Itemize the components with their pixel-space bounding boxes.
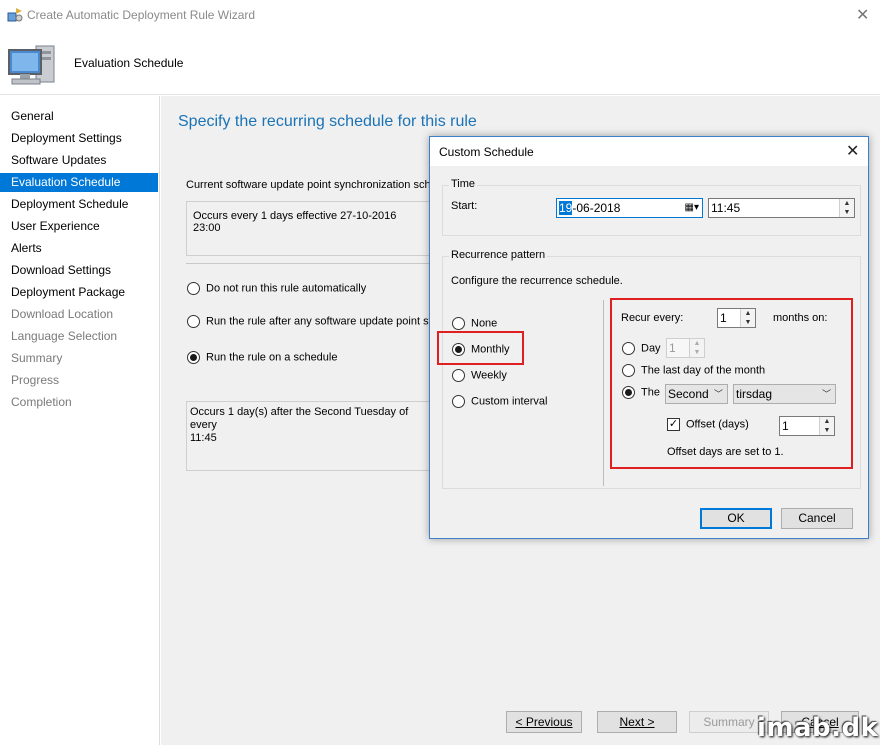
sidebar-item-progress: Progress xyxy=(11,373,60,387)
sidebar-item-user-experience[interactable]: User Experience xyxy=(0,217,158,236)
sidebar-item-summary: Summary xyxy=(11,351,63,365)
radio-icon[interactable] xyxy=(452,317,465,330)
wizard-sidebar: General Deployment Settings Software Upd… xyxy=(0,96,160,745)
sidebar-item-deployment-package[interactable]: Deployment Package xyxy=(0,283,158,302)
time-group-label: Time xyxy=(449,178,478,190)
sidebar-item-download-settings[interactable]: Download Settings xyxy=(0,261,158,280)
option-run-on-schedule[interactable]: Run the rule on a schedule xyxy=(187,351,337,364)
time-spinner-icon[interactable]: ▲ ▼ xyxy=(839,199,854,217)
previous-button[interactable]: < Previous xyxy=(506,711,582,733)
option-do-not-run[interactable]: Do not run this rule automatically xyxy=(187,282,366,295)
schedule-description-box: Occurs 1 day(s) after the Second Tuesday… xyxy=(186,401,431,471)
radio-icon[interactable] xyxy=(452,369,465,382)
custom-schedule-dialog: Custom Schedule ✕ Time Start: 19-06-2018… xyxy=(429,136,869,539)
window-close-icon[interactable]: ✕ xyxy=(856,5,869,25)
pattern-none[interactable]: None xyxy=(452,317,497,330)
radio-checked-icon[interactable] xyxy=(187,351,200,364)
calendar-dropdown-icon[interactable]: ▦▾ xyxy=(685,199,699,217)
option-run-after-sync[interactable]: Run the rule after any software update p… xyxy=(187,315,434,328)
monthly-options-highlight-box xyxy=(610,298,853,469)
wizard-header: Evaluation Schedule xyxy=(0,30,880,95)
option-label: Run the rule on a schedule xyxy=(206,351,338,364)
sidebar-item-evaluation-schedule[interactable]: Evaluation Schedule xyxy=(0,173,158,192)
dialog-cancel-button[interactable]: Cancel xyxy=(781,508,853,529)
pattern-custom-interval[interactable]: Custom interval xyxy=(452,395,547,408)
start-date-picker[interactable]: 19-06-2018 ▦▾ xyxy=(556,198,703,218)
sync-schedule-label: Current software update point synchroniz… xyxy=(186,179,437,191)
date-day-selected: 19 xyxy=(559,201,573,215)
option-label: Do not run this rule automatically xyxy=(206,282,367,295)
monthly-highlight-box xyxy=(437,331,524,365)
pattern-divider xyxy=(603,300,604,486)
configure-text: Configure the recurrence schedule. xyxy=(451,275,623,287)
sidebar-item-general[interactable]: General xyxy=(0,107,158,126)
sidebar-item-completion: Completion xyxy=(11,395,72,409)
recurrence-group-label: Recurrence pattern xyxy=(449,249,548,261)
wizard-app-icon xyxy=(7,8,23,22)
dialog-close-icon[interactable]: ✕ xyxy=(846,141,859,161)
sidebar-item-alerts[interactable]: Alerts xyxy=(0,239,158,258)
sidebar-item-deployment-schedule[interactable]: Deployment Schedule xyxy=(0,195,158,214)
radio-icon[interactable] xyxy=(187,315,200,328)
header-title: Evaluation Schedule xyxy=(74,56,184,70)
sidebar-item-deployment-settings[interactable]: Deployment Settings xyxy=(0,129,158,148)
radio-icon[interactable] xyxy=(187,282,200,295)
time-value: 11:45 xyxy=(711,201,741,215)
page-heading: Specify the recurring schedule for this … xyxy=(178,113,477,130)
pattern-weekly[interactable]: Weekly xyxy=(452,369,507,382)
sync-schedule-box: Occurs every 1 days effective 27-10-2016… xyxy=(186,201,431,256)
date-rest: -06-2018 xyxy=(572,201,621,215)
sidebar-item-language-selection: Language Selection xyxy=(11,329,118,343)
dialog-title: Custom Schedule xyxy=(439,145,534,159)
window-title: Create Automatic Deployment Rule Wizard xyxy=(27,8,256,22)
sync-schedule-value: Occurs every 1 days effective 27-10-2016… xyxy=(193,210,397,234)
pattern-label: None xyxy=(471,317,498,330)
sidebar-item-software-updates[interactable]: Software Updates xyxy=(0,151,158,170)
ok-button[interactable]: OK xyxy=(700,508,772,529)
separator xyxy=(186,263,431,264)
radio-icon[interactable] xyxy=(452,395,465,408)
option-label: Run the rule after any software update p… xyxy=(206,315,435,328)
computer-icon xyxy=(8,45,55,85)
pattern-label: Weekly xyxy=(471,369,507,382)
dialog-titlebar: Custom Schedule ✕ xyxy=(430,137,868,166)
start-label: Start: xyxy=(451,200,478,212)
sidebar-item-download-location: Download Location xyxy=(11,307,114,321)
start-time-field[interactable]: 11:45 ▲ ▼ xyxy=(708,198,855,218)
time-group: Time Start: 19-06-2018 ▦▾ 11:45 ▲ ▼ xyxy=(442,178,861,236)
window-titlebar: Create Automatic Deployment Rule Wizard … xyxy=(0,0,880,30)
watermark: imab.dk xyxy=(757,713,879,743)
pattern-label: Custom interval xyxy=(471,395,548,408)
next-button[interactable]: Next > xyxy=(597,711,677,733)
